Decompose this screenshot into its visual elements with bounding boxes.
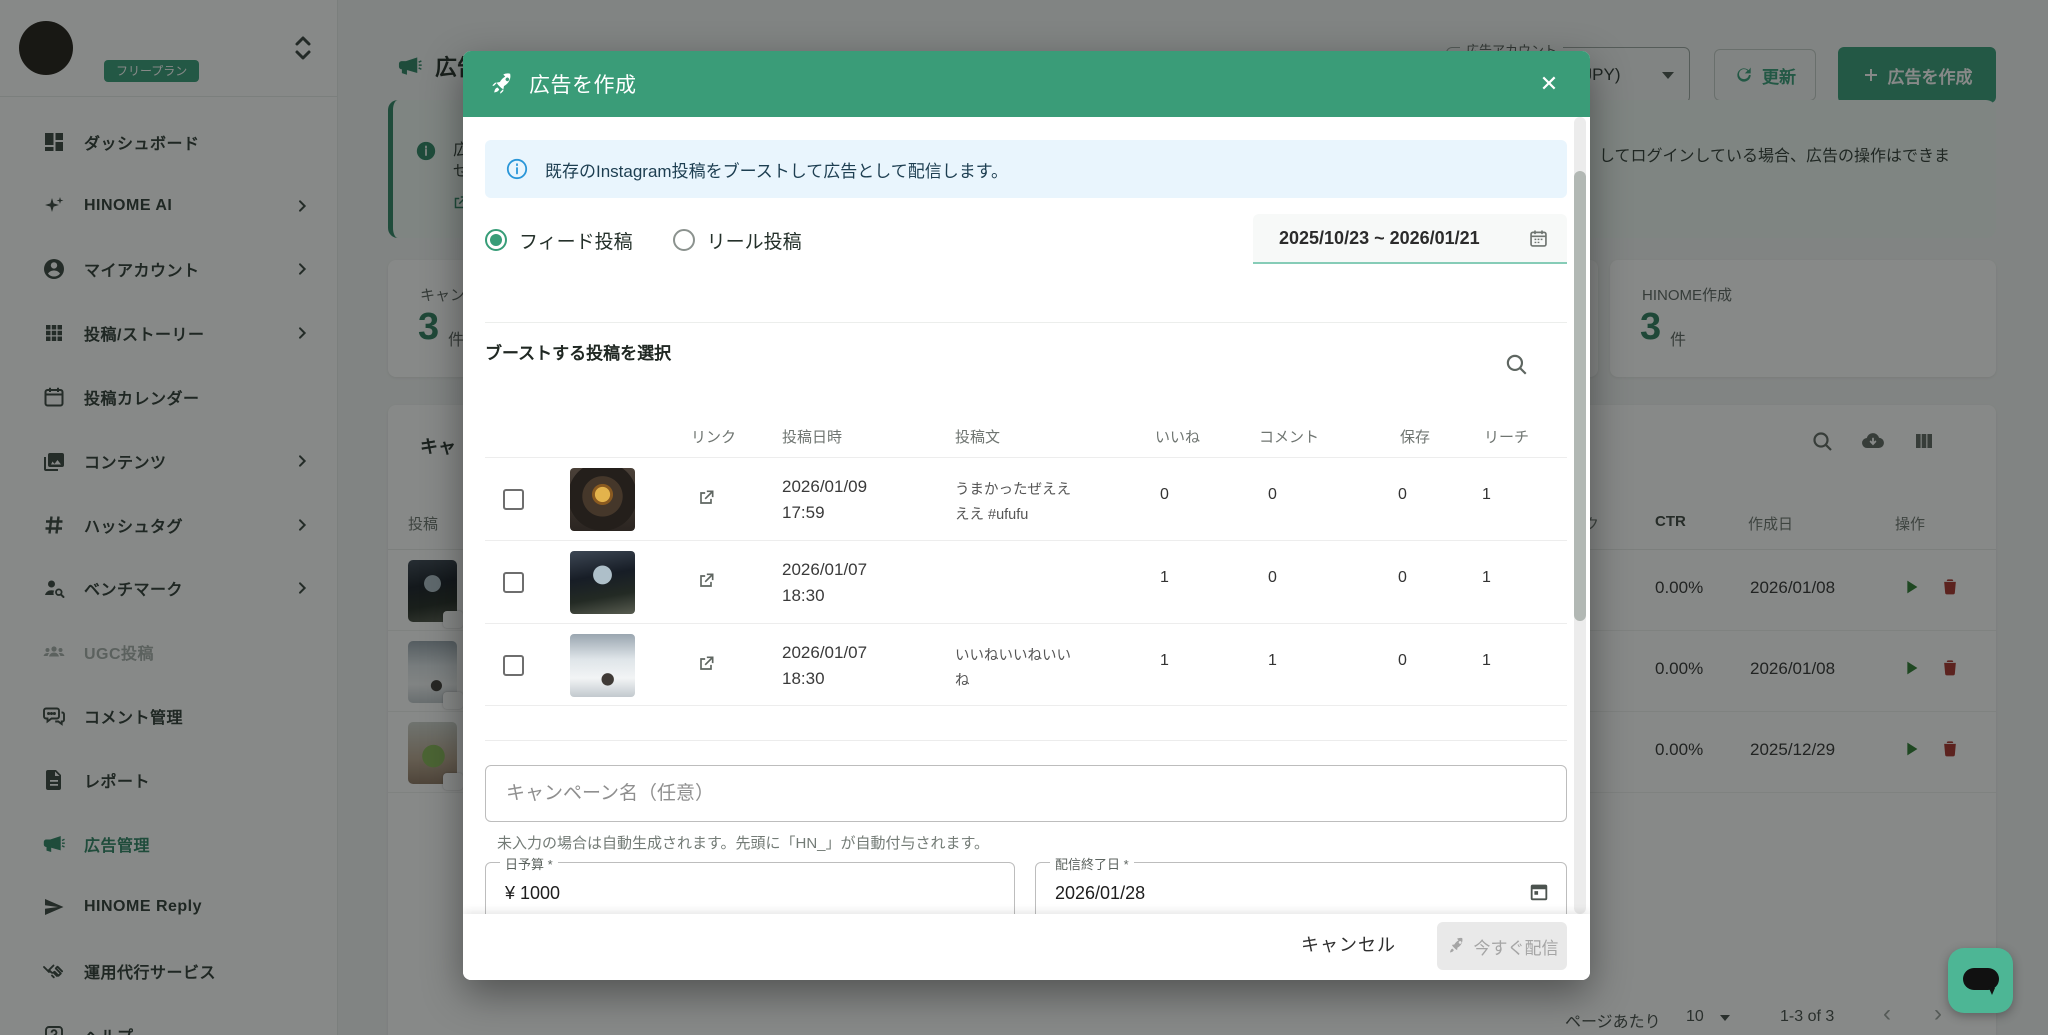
calendar-icon[interactable] xyxy=(1528,228,1549,249)
cancel-button[interactable]: キャンセル xyxy=(1295,930,1402,958)
divider xyxy=(485,740,1567,741)
radio-feed-post[interactable] xyxy=(485,229,507,251)
modal-footer: キャンセル 今すぐ配信 xyxy=(463,914,1590,980)
post-thumbnail xyxy=(570,634,635,697)
post-thumbnail xyxy=(570,551,635,614)
rocket-icon xyxy=(1446,936,1466,956)
open-in-new-icon[interactable] xyxy=(696,654,716,674)
modal-info-banner: 既存のInstagram投稿をブーストして広告として配信します。 xyxy=(485,140,1567,198)
post-thumbnail xyxy=(570,468,635,531)
modal-header: 広告を作成 ✕ xyxy=(463,51,1590,117)
chat-widget-button[interactable] xyxy=(1948,948,2013,1013)
campaign-name-input[interactable] xyxy=(485,765,1567,822)
post-row[interactable]: 2026/01/0917:59 うまかったぜええええ #ufufu 0 0 0 … xyxy=(485,457,1567,540)
rocket-icon xyxy=(489,71,515,97)
modal-title: 広告を作成 xyxy=(529,69,637,99)
checkbox[interactable] xyxy=(503,655,524,676)
open-in-new-icon[interactable] xyxy=(696,571,716,591)
posts-table: リンク 投稿日時 投稿文 いいね コメント 保存 リーチ 2026/01/091… xyxy=(485,322,1567,722)
radio-reel-post[interactable] xyxy=(673,229,695,251)
date-range-input[interactable]: 2025/10/23 ~ 2026/01/21 xyxy=(1253,214,1567,264)
close-icon[interactable]: ✕ xyxy=(1536,71,1562,97)
calendar-icon[interactable] xyxy=(1528,881,1550,903)
post-type-radio-group: フィード投稿 リール投稿 xyxy=(485,218,842,262)
campaign-helper-text: 未入力の場合は自動生成されます。先頭に「HN_」が自動付与されます。 xyxy=(497,832,989,853)
post-row[interactable]: 2026/01/0718:30 1 0 0 1 xyxy=(485,540,1567,623)
checkbox[interactable] xyxy=(503,489,524,510)
info-icon xyxy=(505,157,529,181)
checkbox[interactable] xyxy=(503,572,524,593)
submit-button[interactable]: 今すぐ配信 xyxy=(1437,922,1567,970)
post-row[interactable]: 2026/01/0718:30 いいねいいねいいね 1 1 0 1 xyxy=(485,623,1567,706)
scrollbar-thumb[interactable] xyxy=(1574,171,1586,621)
open-in-new-icon[interactable] xyxy=(696,488,716,508)
modal-scrollbar[interactable] xyxy=(1574,117,1586,914)
chat-bubble-icon xyxy=(1961,963,2001,999)
app-screen: フリープラン ダッシュボード HINOME AI マイアカウント xyxy=(0,0,2048,1035)
posts-table-header: リンク 投稿日時 投稿文 いいね コメント 保存 リーチ xyxy=(485,416,1567,457)
search-icon[interactable] xyxy=(1503,351,1529,377)
create-ad-modal: 広告を作成 ✕ 既存のInstagram投稿をブーストして広告として配信します。… xyxy=(463,51,1590,980)
